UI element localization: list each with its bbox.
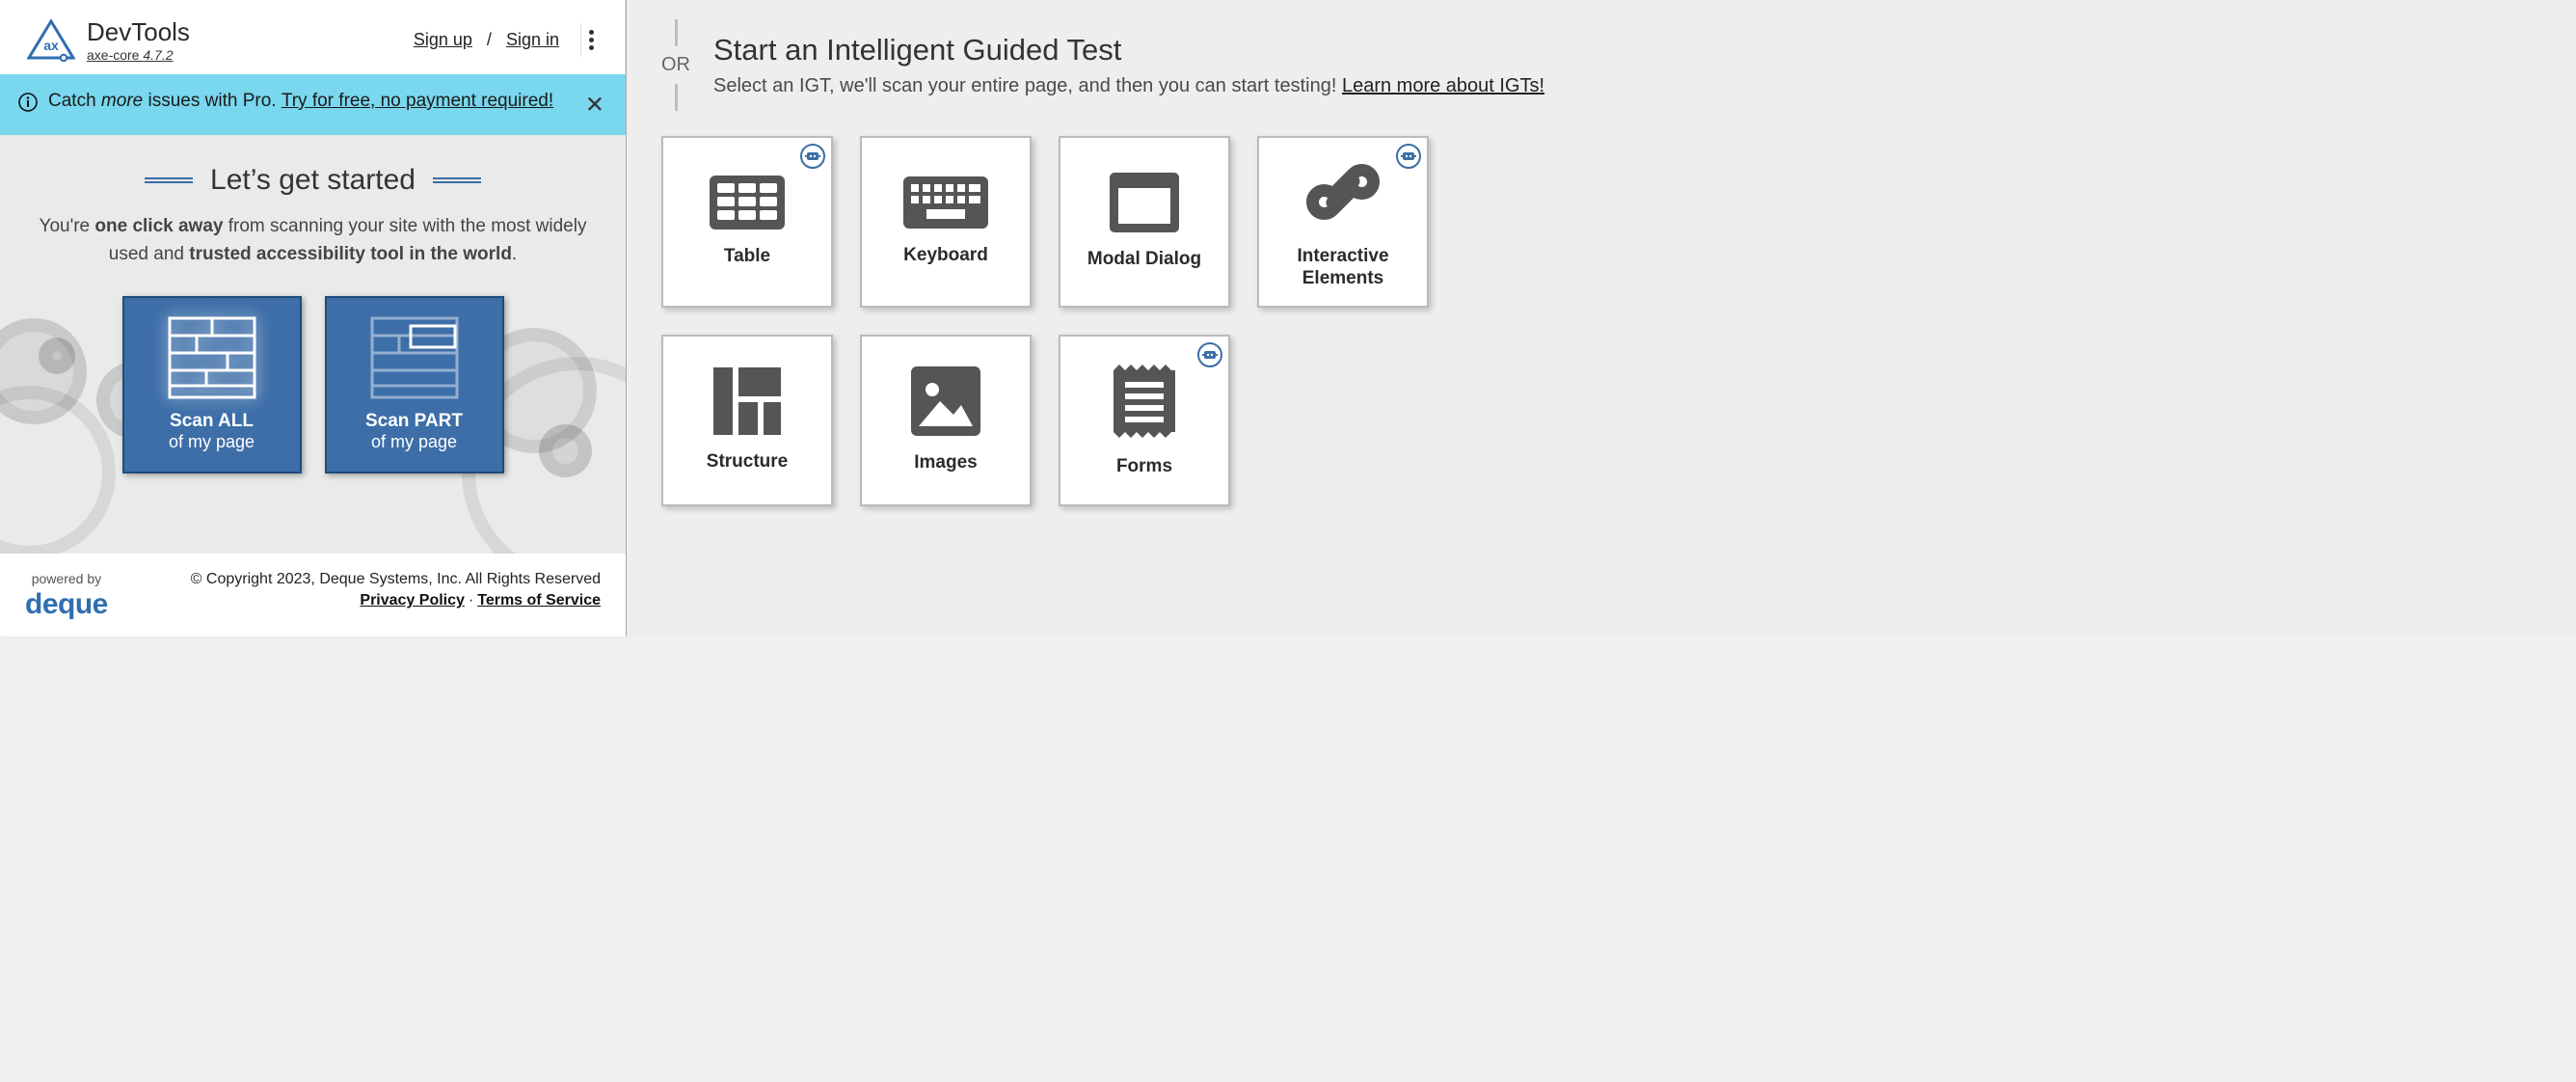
header: ax DevTools axe-core 4.7.2 Sign up / Sig…	[0, 0, 626, 74]
scan-part-label-2: of my page	[371, 432, 457, 452]
scan-part-label-1: Scan PART	[365, 411, 463, 432]
try-pro-link[interactable]: Try for free, no payment required!	[282, 91, 553, 111]
igt-grid: Table Keyboard Modal Dialog Interac	[661, 136, 1452, 506]
logo: ax DevTools axe-core 4.7.2	[27, 17, 190, 63]
axe-logo-icon: ax	[27, 19, 75, 62]
igt-card-keyboard[interactable]: Keyboard	[860, 136, 1032, 308]
signin-link[interactable]: Sign in	[506, 30, 559, 49]
igt-label: Images	[908, 452, 982, 474]
igt-label: Keyboard	[898, 245, 994, 267]
left-panel: ax DevTools axe-core 4.7.2 Sign up / Sig…	[0, 0, 627, 636]
igt-header: Start an Intelligent Guided Test Select …	[713, 33, 1544, 97]
igt-label: Interactive Elements	[1259, 246, 1427, 290]
copyright-text: © Copyright 2023, Deque Systems, Inc. Al…	[135, 571, 601, 588]
igt-label: Table	[718, 246, 776, 268]
learn-more-link[interactable]: Learn more about IGTs!	[1342, 75, 1544, 96]
main-area: Let’s get started You're one click away …	[0, 135, 626, 554]
igt-label: Structure	[701, 451, 793, 473]
auth-separator: /	[487, 30, 492, 49]
info-icon	[17, 92, 39, 118]
banner-text: Catch more issues with Pro. Try for free…	[48, 88, 608, 116]
structure-icon	[713, 367, 781, 440]
link-chain-icon	[1305, 154, 1381, 234]
page-heading: Let’s get started	[210, 164, 416, 197]
or-marker: OR	[661, 19, 690, 111]
image-icon	[911, 366, 980, 441]
scan-buttons: Scan ALL of my page	[0, 296, 626, 473]
privacy-link[interactable]: Privacy Policy	[360, 592, 465, 609]
igt-card-table[interactable]: Table	[661, 136, 833, 308]
right-panel: OR Start an Intelligent Guided Test Sele…	[627, 0, 2576, 636]
scan-all-button[interactable]: Scan ALL of my page	[122, 296, 302, 473]
ai-badge-icon	[1197, 342, 1222, 367]
close-icon[interactable]: ✕	[585, 91, 604, 119]
or-block: OR Start an Intelligent Guided Test Sele…	[661, 19, 2551, 111]
modal-icon	[1110, 173, 1179, 237]
keyboard-icon	[903, 176, 988, 233]
heading-row: Let’s get started	[0, 164, 626, 197]
engine-version[interactable]: axe-core 4.7.2	[87, 47, 190, 63]
igt-label: Forms	[1111, 456, 1178, 478]
decor-line-left	[145, 177, 193, 183]
footer-right: © Copyright 2023, Deque Systems, Inc. Al…	[135, 571, 601, 609]
sub-heading: You're one click away from scanning your…	[29, 212, 598, 269]
svg-text:ax: ax	[43, 38, 59, 53]
scan-all-label-1: Scan ALL	[170, 411, 254, 432]
ai-badge-icon	[800, 144, 825, 169]
ai-badge-icon	[1396, 144, 1421, 169]
footer: powered by deque © Copyright 2023, Deque…	[0, 554, 626, 636]
tos-link[interactable]: Terms of Service	[477, 592, 601, 609]
igt-subtitle: Select an IGT, we'll scan your entire pa…	[713, 75, 1544, 97]
powered-label: powered by	[25, 571, 108, 586]
scan-part-button[interactable]: Scan PART of my page	[325, 296, 504, 473]
or-text: OR	[661, 54, 690, 76]
app-title: DevTools	[87, 17, 190, 47]
powered-by: powered by deque	[25, 571, 108, 621]
igt-card-modal[interactable]: Modal Dialog	[1059, 136, 1230, 308]
scan-all-label-2: of my page	[169, 432, 255, 452]
igt-card-images[interactable]: Images	[860, 335, 1032, 506]
more-menu-button[interactable]	[580, 23, 602, 57]
signup-link[interactable]: Sign up	[414, 30, 472, 49]
app-root: ax DevTools axe-core 4.7.2 Sign up / Sig…	[0, 0, 2576, 636]
deque-logo: deque	[25, 588, 108, 621]
igt-title: Start an Intelligent Guided Test	[713, 33, 1544, 68]
igt-card-structure[interactable]: Structure	[661, 335, 833, 506]
igt-card-forms[interactable]: Forms	[1059, 335, 1230, 506]
auth-links: Sign up / Sign in	[414, 30, 559, 50]
igt-card-interactive[interactable]: Interactive Elements	[1257, 136, 1429, 308]
decor-line-right	[433, 177, 481, 183]
forms-icon	[1114, 363, 1175, 445]
table-icon	[710, 176, 785, 234]
igt-label: Modal Dialog	[1082, 249, 1207, 271]
pro-banner: Catch more issues with Pro. Try for free…	[0, 74, 626, 135]
